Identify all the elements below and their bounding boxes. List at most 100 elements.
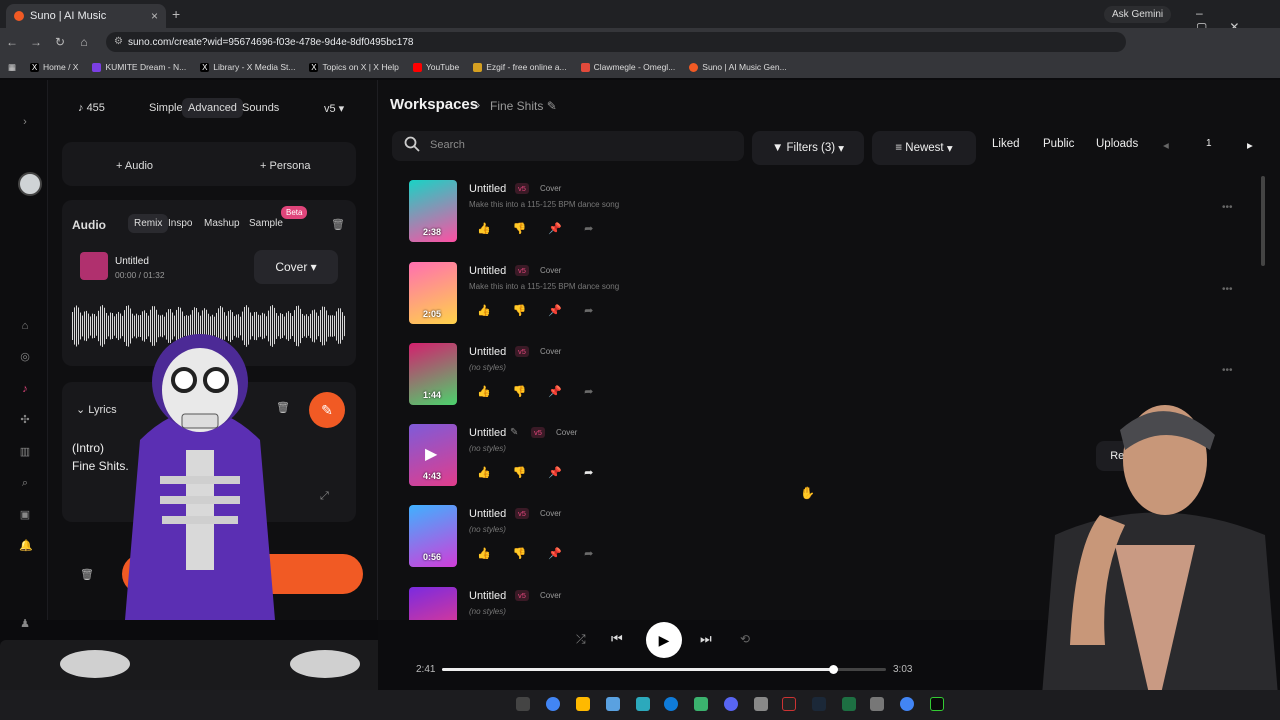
- obs-icon[interactable]: [782, 697, 796, 711]
- like-icon[interactable]: 👍: [477, 305, 513, 317]
- ask-gemini-button[interactable]: Ask Gemini: [1104, 6, 1172, 23]
- workspace-name[interactable]: Fine Shits ✎: [490, 99, 557, 113]
- home-nav-icon[interactable]: ⌂: [19, 320, 31, 332]
- tab-inspo[interactable]: Inspo: [162, 214, 198, 233]
- copilot-icon[interactable]: [576, 697, 590, 711]
- app-icon[interactable]: [636, 697, 650, 711]
- app-icon-2[interactable]: [694, 697, 708, 711]
- song-title[interactable]: Untitled: [469, 590, 506, 602]
- pin-icon[interactable]: 📌: [548, 548, 584, 560]
- expand-lyrics-icon[interactable]: ⤢: [320, 490, 329, 503]
- pin-icon[interactable]: 📌: [548, 467, 584, 479]
- edge-icon[interactable]: [664, 697, 678, 711]
- song-row[interactable]: 2:05 Untitled v5 Cover Make this into a …: [408, 262, 1268, 342]
- sort-newest-button[interactable]: ≡ Newest ▾: [872, 131, 976, 165]
- song-title[interactable]: Untitled: [469, 346, 506, 358]
- bookmark-item[interactable]: Clawmegle - Omegl...: [580, 62, 675, 72]
- bookmark-item[interactable]: Suno | AI Music Gen...: [689, 62, 787, 72]
- song-title[interactable]: Untitled: [469, 265, 506, 277]
- bookmark-item[interactable]: KUMITE Dream - N...: [92, 62, 186, 72]
- tab-mashup[interactable]: Mashup: [198, 214, 246, 233]
- previous-icon[interactable]: ⏮: [611, 631, 623, 647]
- more-options-icon[interactable]: •••: [1222, 202, 1233, 213]
- profile-icon[interactable]: ♟: [19, 618, 31, 630]
- progress-track[interactable]: [442, 665, 886, 674]
- share-icon[interactable]: ➦: [584, 467, 615, 479]
- excel-icon[interactable]: [842, 697, 856, 711]
- bookmark-item[interactable]: X Home / X: [30, 62, 78, 72]
- edit-title-icon[interactable]: ✎: [510, 427, 518, 438]
- shuffle-icon[interactable]: ⤮: [576, 632, 586, 647]
- dislike-icon[interactable]: 👎: [513, 548, 549, 560]
- share-icon[interactable]: ➦: [584, 386, 615, 398]
- mode-advanced[interactable]: Advanced: [182, 98, 243, 118]
- delete-icon[interactable]: 🗑: [325, 214, 351, 235]
- search-nav-icon[interactable]: ⌕: [19, 477, 31, 489]
- song-title[interactable]: Untitled: [469, 508, 506, 520]
- filter-uploads[interactable]: Uploads: [1096, 138, 1138, 150]
- library-icon[interactable]: ▥: [19, 446, 31, 458]
- filter-liked[interactable]: Liked: [992, 138, 1020, 150]
- site-info-icon[interactable]: ⚙: [114, 36, 123, 47]
- expand-icon[interactable]: ›: [19, 116, 31, 128]
- explore-icon[interactable]: ◎: [19, 351, 31, 363]
- photos-icon[interactable]: [606, 697, 620, 711]
- progress-knob[interactable]: [828, 665, 838, 674]
- steam-icon[interactable]: [812, 697, 826, 711]
- share-icon[interactable]: ➦: [584, 305, 615, 317]
- next-page-icon[interactable]: ▸: [1247, 138, 1253, 152]
- pin-icon[interactable]: 📌: [548, 305, 584, 317]
- bookmark-item[interactable]: X Topics on X | X Help: [309, 62, 399, 72]
- song-title[interactable]: Untitled: [469, 183, 506, 195]
- bookmark-item[interactable]: Ezgif - free online a...: [473, 62, 567, 72]
- play-button[interactable]: ▶: [646, 622, 682, 658]
- mode-sounds[interactable]: Sounds: [236, 98, 285, 118]
- clip-thumbnail[interactable]: [80, 252, 108, 280]
- terminal-icon[interactable]: [930, 697, 944, 711]
- back-icon[interactable]: ←: [0, 35, 24, 49]
- more-options-icon[interactable]: •••: [1222, 284, 1233, 295]
- chrome-icon[interactable]: [546, 697, 560, 711]
- discord-icon[interactable]: [724, 697, 738, 711]
- trash-icon[interactable]: 🗑: [80, 568, 94, 581]
- avatar[interactable]: [18, 172, 42, 196]
- forward-icon[interactable]: →: [24, 35, 48, 49]
- pin-icon[interactable]: 📌: [548, 223, 584, 235]
- home-icon[interactable]: ⌂: [72, 35, 96, 49]
- play-overlay-icon[interactable]: ▶: [425, 444, 437, 464]
- cover-select[interactable]: Cover ▾: [254, 250, 338, 284]
- like-icon[interactable]: 👍: [477, 386, 513, 398]
- next-icon[interactable]: ⏭: [700, 631, 712, 647]
- magic-wand-button[interactable]: ✎: [309, 392, 345, 428]
- taskview-icon[interactable]: [516, 697, 530, 711]
- add-audio-button[interactable]: + Audio: [110, 156, 159, 176]
- app-icon-4[interactable]: [870, 697, 884, 711]
- new-tab-icon[interactable]: +: [172, 6, 180, 22]
- studio-icon[interactable]: ✣: [19, 414, 31, 426]
- share-icon[interactable]: ➦: [584, 548, 615, 560]
- chrome-icon-active[interactable]: [900, 697, 914, 711]
- pin-icon[interactable]: 📌: [548, 386, 584, 398]
- like-icon[interactable]: 👍: [477, 467, 513, 479]
- share-icon[interactable]: ➦: [584, 223, 615, 235]
- bookmark-item[interactable]: YouTube: [412, 62, 459, 72]
- filter-public[interactable]: Public: [1043, 138, 1074, 150]
- bookmark-item[interactable]: X Library - X Media St...: [200, 62, 295, 72]
- apps-icon[interactable]: ▦: [8, 62, 16, 73]
- browser-tab[interactable]: Suno | AI Music ×: [6, 4, 166, 28]
- prev-page-icon[interactable]: ◂: [1163, 138, 1169, 152]
- like-icon[interactable]: 👍: [477, 548, 513, 560]
- dislike-icon[interactable]: 👎: [513, 305, 549, 317]
- hooks-icon[interactable]: ▣: [19, 509, 31, 521]
- close-tab-icon[interactable]: ×: [151, 9, 158, 23]
- version-select[interactable]: v5 ▾: [318, 98, 350, 119]
- dislike-icon[interactable]: 👎: [513, 386, 549, 398]
- more-options-icon[interactable]: •••: [1222, 365, 1233, 376]
- repeat-icon[interactable]: ⟲: [740, 632, 750, 646]
- filters-button[interactable]: ▼ Filters (3) ▾: [752, 131, 864, 165]
- address-bar[interactable]: ⚙ suno.com/create?wid=95674696-f03e-478e…: [106, 32, 1126, 52]
- add-persona-button[interactable]: + Persona: [254, 156, 316, 176]
- notifications-icon[interactable]: 🔔: [19, 540, 33, 552]
- reload-icon[interactable]: ↻: [48, 35, 72, 49]
- song-row[interactable]: 2:38 Untitled v5 Cover Make this into a …: [408, 180, 1268, 260]
